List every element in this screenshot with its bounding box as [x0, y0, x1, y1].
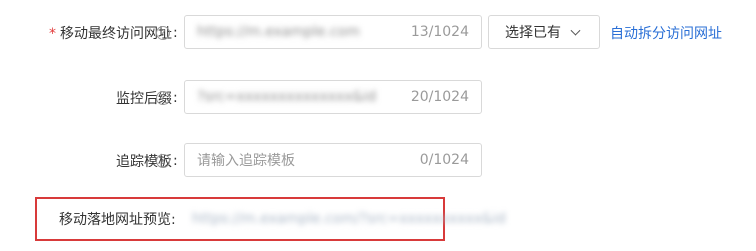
char-counter: 13/1024 — [410, 24, 469, 40]
mobile-final-url-value: https://m.example.com — [197, 24, 360, 40]
required-mark: * — [49, 26, 56, 42]
landing-url-preview-label: 移动落地网址预览: — [59, 212, 176, 228]
question-circle-icon[interactable]: ? — [156, 154, 170, 168]
mobile-final-url-input[interactable]: https://m.example.com 13/1024 — [184, 15, 482, 49]
question-circle-icon[interactable]: ? — [156, 91, 170, 105]
mobile-final-url-label: * 移动最终访问网址 — [49, 23, 172, 43]
monitor-suffix-row: 监控后缀 ? : ?src=xxxxxxxxxxxxxx&id 20/1024 — [0, 80, 756, 116]
url-settings-form: * 移动最终访问网址 ? : https://m.example.com 13/1… — [0, 0, 756, 251]
mobile-final-url-row: * 移动最终访问网址 ? : https://m.example.com 13/1… — [0, 15, 756, 51]
label-colon: : — [173, 90, 178, 106]
select-existing-dropdown[interactable]: 选择已有 — [488, 15, 600, 49]
label-colon: : — [173, 153, 178, 169]
question-circle-icon[interactable]: ? — [156, 26, 170, 40]
tracking-template-input[interactable]: 请输入追踪模板 0/1024 — [184, 143, 482, 177]
tracking-template-row: 追踪模板 ? : 请输入追踪模板 0/1024 — [0, 143, 756, 179]
label-colon: : — [173, 25, 178, 41]
char-counter: 20/1024 — [410, 89, 469, 105]
landing-url-preview-value: https://m.example.com/?src=xxxxxxxxxx&id — [192, 211, 506, 227]
auto-split-url-link[interactable]: 自动拆分访问网址 — [610, 23, 722, 43]
landing-url-preview-box: 移动落地网址预览: https://m.example.com/?src=xxx… — [35, 197, 506, 241]
char-counter: 0/1024 — [419, 152, 469, 168]
monitor-suffix-value: ?src=xxxxxxxxxxxxxx&id — [197, 89, 377, 105]
chevron-down-icon — [570, 25, 581, 36]
select-existing-label: 选择已有 — [505, 25, 561, 41]
monitor-suffix-input[interactable]: ?src=xxxxxxxxxxxxxx&id 20/1024 — [184, 80, 482, 114]
tracking-template-placeholder: 请输入追踪模板 — [197, 153, 295, 169]
